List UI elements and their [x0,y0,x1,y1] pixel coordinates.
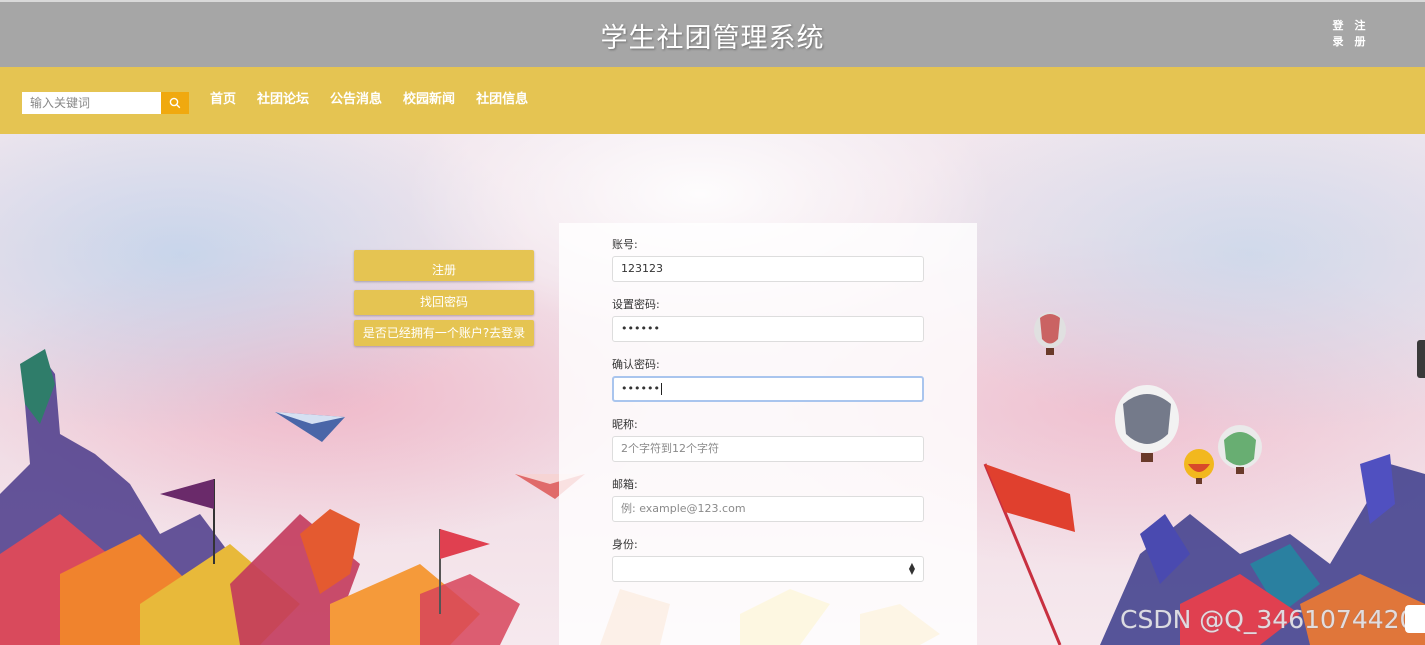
password-label: 设置密码: [612,298,660,311]
login-link[interactable]: 登录 [1331,18,1345,50]
email-label: 邮箱: [612,478,638,491]
account-input[interactable]: 123123 [612,256,924,282]
register-link[interactable]: 注册 [1353,18,1367,50]
nav-item-club-info[interactable]: 社团信息 [476,92,528,108]
nav-item-forum[interactable]: 社团论坛 [257,92,309,108]
balloon-yellow [1184,449,1214,484]
corner-helper-icon[interactable] [1405,605,1425,633]
search-box [22,92,189,114]
goto-login-button[interactable]: 是否已经拥有一个账户?去登录 [354,320,534,346]
account-label: 账号: [612,238,638,251]
recover-password-button[interactable]: 找回密码 [354,290,534,315]
auth-links: 登录 注册 [1331,18,1367,50]
nickname-label: 昵称: [612,418,638,431]
search-icon [169,97,181,109]
nav-item-announcements[interactable]: 公告消息 [330,92,382,108]
search-input[interactable] [22,92,161,114]
nav-menu: 首页 社团论坛 公告消息 校园新闻 社团信息 [210,92,528,108]
identity-label: 身份: [612,538,638,551]
nav-item-campus-news[interactable]: 校园新闻 [403,92,455,108]
text-caret [660,383,662,395]
select-arrows-icon: ▲ ▼ [908,561,915,576]
confirm-password-value: •••••• [621,382,660,395]
nav-item-home[interactable]: 首页 [210,92,236,108]
balloon-green [1218,425,1262,474]
confirm-password-label: 确认密码: [612,358,660,371]
site-title: 学生社团管理系统 [600,23,825,54]
nickname-input[interactable]: 2个字符到12个字符 [612,436,924,462]
register-button[interactable]: 注册 [354,250,534,281]
nav-bar: 首页 社团论坛 公告消息 校园新闻 社团信息 [0,67,1425,134]
identity-select[interactable]: ▲ ▼ [612,556,924,582]
balloon-small-red [1034,312,1066,355]
password-input[interactable]: •••••• [612,316,924,342]
email-input[interactable]: 例: example@123.com [612,496,924,522]
top-header: 学生社团管理系统 登录 注册 [0,0,1425,67]
watermark: CSDN @Q_3461074420 [1120,605,1416,634]
side-scroll-tab[interactable] [1417,340,1425,378]
balloon-large-striped [1115,385,1179,462]
search-button[interactable] [161,92,189,114]
confirm-password-input[interactable]: •••••• [612,376,924,402]
